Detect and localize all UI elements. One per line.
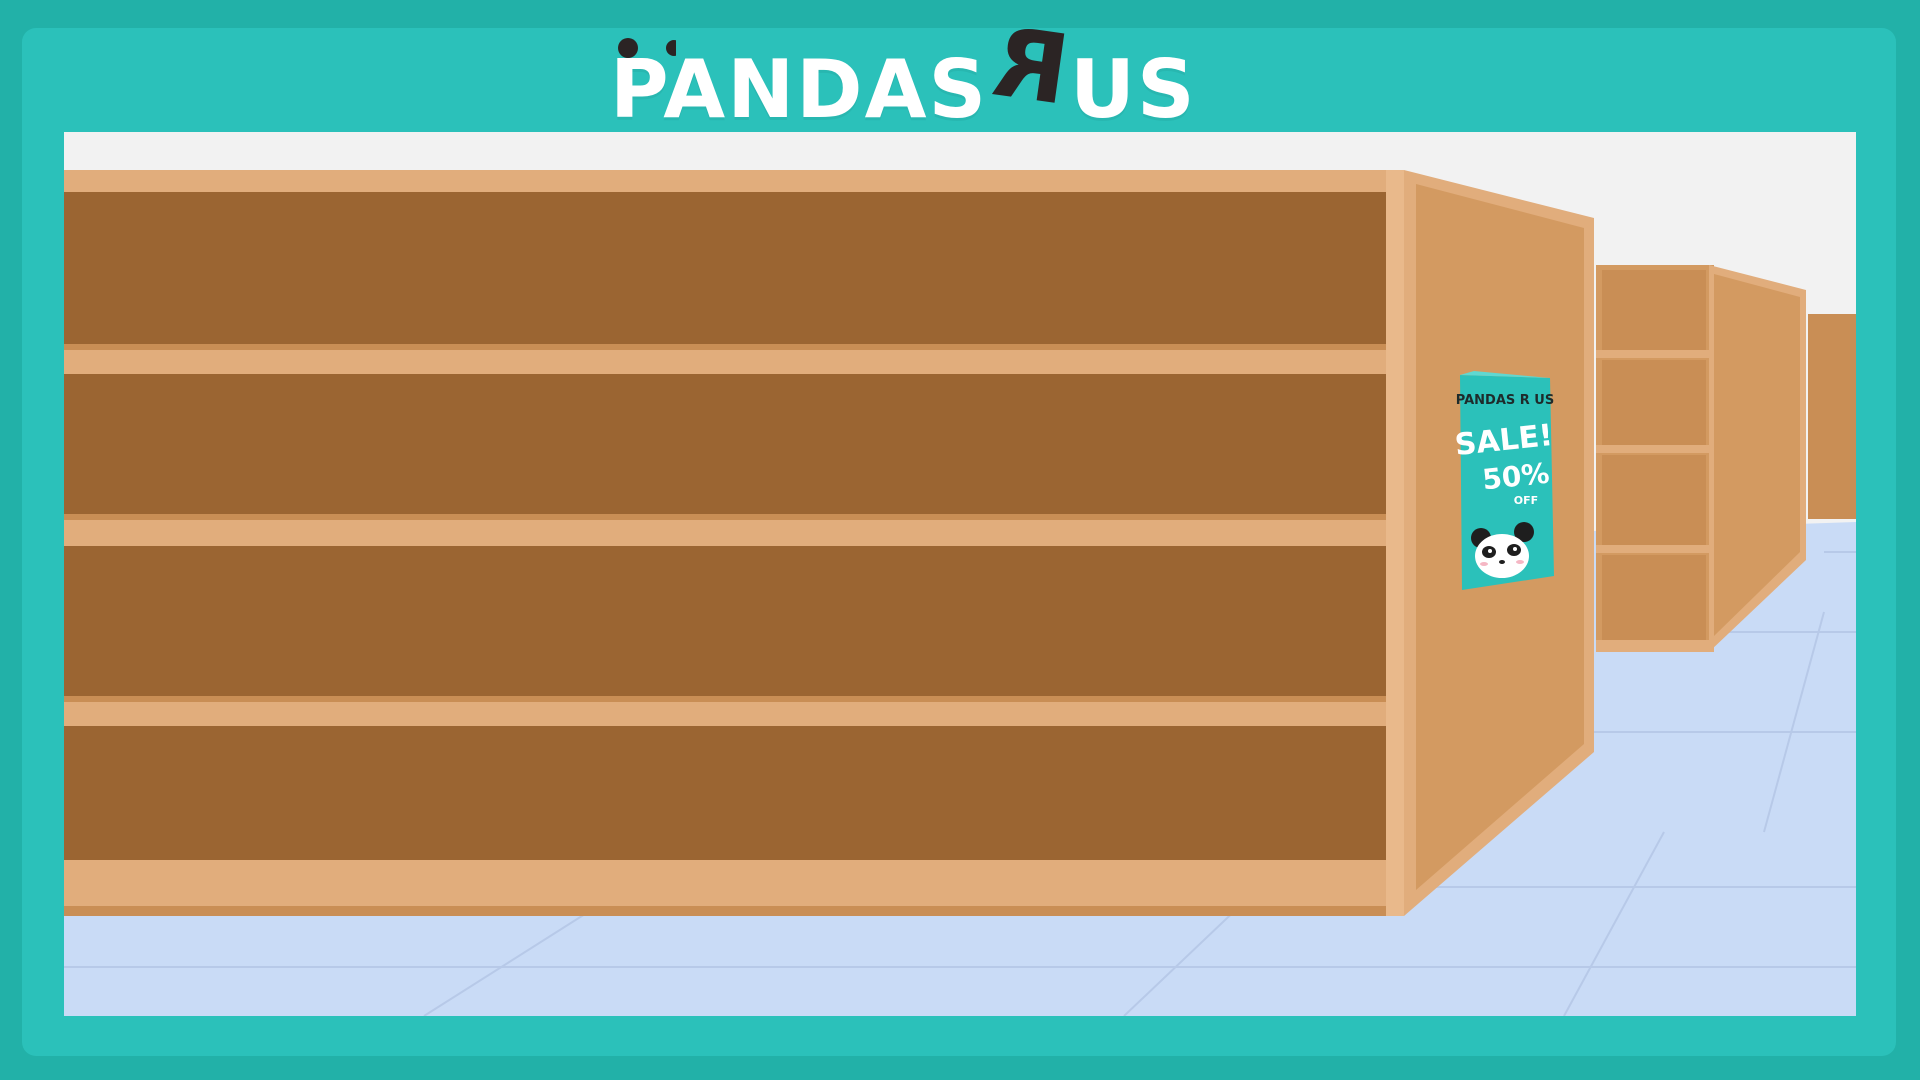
- store-scene: PANDAS R US SALE! 50% OFF: [64, 132, 1856, 1016]
- poster-off: OFF: [1514, 494, 1538, 507]
- poster-brand: PANDAS R US: [1456, 393, 1554, 408]
- store-scene-graphic: PANDAS R US SALE! 50% OFF: [64, 132, 1856, 1016]
- game-frame: PANDAS R US PANDAS R US SALE! 50% OFF: [0, 0, 1920, 1080]
- store-logo: PANDAS R US: [610, 6, 1197, 136]
- shelf-4: [64, 726, 1386, 860]
- panda-ears-icon: [618, 38, 676, 58]
- main-shelf-unit: [64, 170, 1594, 916]
- shelf-2: [64, 374, 1386, 514]
- logo-text-r: R: [986, 5, 1076, 127]
- far-wall-shelf: [1808, 314, 1856, 519]
- poster-discount: 50%: [1481, 457, 1551, 497]
- shelf-3: [64, 546, 1386, 696]
- sale-poster: PANDAS R US SALE! 50% OFF: [1453, 371, 1554, 590]
- logo-text-us: US: [1070, 43, 1197, 136]
- shelf-1: [64, 192, 1386, 344]
